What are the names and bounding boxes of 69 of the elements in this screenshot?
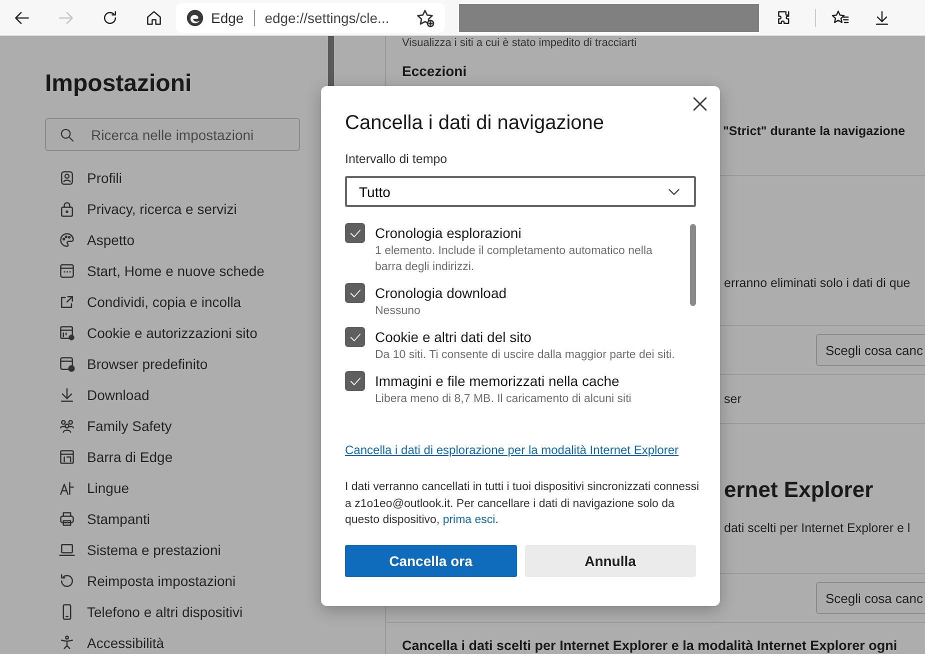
scrollbar-thumb[interactable] [690, 224, 696, 306]
option-label: Cookie e altri dati del sito [375, 328, 532, 347]
sidebar-item[interactable]: Profili [45, 162, 128, 193]
checkbox[interactable] [345, 283, 365, 303]
choose-button[interactable]: Scegli cosa canc [816, 582, 925, 614]
sign-out-link[interactable]: prima esci [442, 514, 496, 526]
sidebar-item[interactable]: Download [45, 379, 156, 410]
add-favorite-icon[interactable] [415, 8, 435, 28]
browser-check-icon [58, 354, 76, 372]
sidebar-item[interactable]: Lingue [45, 472, 136, 503]
sidebar-item[interactable]: Sistema e prestazioni [45, 534, 227, 565]
setting-label: "Strict" durante la navigazione [723, 124, 906, 138]
dialog-title: Cancella i dati di navigazione [345, 111, 606, 136]
description-text: erranno eliminati solo i dati di que [724, 276, 910, 290]
option-label: Immagini e file memorizzati nella cache [375, 372, 620, 391]
address-bar[interactable]: Edge edge://settings/cle... [176, 2, 445, 32]
palette-icon [58, 230, 76, 248]
sidebar-item[interactable]: Privacy, ricerca e servizi [45, 193, 243, 224]
sidebar-item[interactable]: Browser predefinito [45, 348, 214, 379]
checkbox[interactable] [345, 371, 365, 391]
page-title: Impostazioni [45, 69, 193, 99]
sidebar-item[interactable]: Telefono e altri dispositivi [45, 596, 249, 627]
search-icon [59, 127, 75, 143]
sidebar-item[interactable]: Aspetto [45, 224, 140, 255]
window-icon [58, 262, 76, 280]
sidebar-icon [58, 448, 76, 466]
setting-label: Cancella i dati scelti per Internet Explorer e la modalità Internet Explorer ogni [402, 638, 898, 652]
description-text: Visualizza i siti a cui è stato impedito di tracciarti [402, 37, 637, 49]
option-description: 1 elemento. Include il completamento automatico nella barra degli indirizzi. [375, 244, 654, 275]
option-label: Cronologia download [375, 284, 507, 303]
description-text: ser [724, 392, 742, 406]
lock-icon [58, 200, 76, 218]
printer-icon [58, 510, 76, 528]
ie-mode-link[interactable]: Cancella i dati di esplorazione per la modalità Internet Explorer [345, 443, 679, 457]
sidebar-item[interactable]: Barra di Edge [45, 441, 179, 472]
field-label: Intervallo di tempo [345, 152, 448, 166]
cookie-settings-icon [58, 324, 76, 342]
home-icon [145, 8, 163, 26]
search-field[interactable]: Ricerca nelle impostazioni [45, 118, 300, 151]
sidebar-item[interactable]: Accessibilità [45, 627, 170, 654]
sidebar-item[interactable]: Start, Home e nuove schede [45, 255, 270, 286]
sidebar-item[interactable]: Reimposta impostazioni [45, 565, 242, 596]
option-description: Libera meno di 8,7 MB. Il caricamento di alcuni siti [375, 392, 632, 407]
url-text: edge://settings/cle... [264, 10, 390, 26]
checkbox[interactable] [345, 327, 365, 347]
download-icon [58, 386, 76, 404]
setting-label: Eccezioni [402, 63, 467, 79]
reset-icon [58, 572, 76, 590]
clear-now-button[interactable]: Cancella ora [345, 544, 516, 576]
sidebar-item[interactable]: Condividi, copia e incolla [45, 286, 248, 317]
sidebar-item[interactable]: Stampanti [45, 503, 156, 534]
section-heading: ernet Explorer [724, 477, 874, 503]
sidebar-item[interactable]: Family Safety [45, 410, 178, 441]
refresh-icon [101, 8, 119, 26]
site-label: Edge [211, 10, 244, 26]
sync-notice: I dati verranno cancellati in tutti i tuoi dispositivi sincronizzati connessi a z1o1eo@outlook.it. Per cancellare i dati di navigazione solo da questo dispositivo, prima esci. [345, 480, 700, 528]
cancel-button[interactable]: Annulla [524, 544, 696, 576]
checkbox[interactable] [345, 223, 365, 243]
accessibility-icon [58, 634, 76, 652]
option-label: Cronologia esplorazioni [375, 224, 522, 243]
option-description: Da 10 siti. Ti consente di uscire dalla maggior parte dei siti. [375, 348, 675, 363]
sidebar-item[interactable]: Cookie e autorizzazioni sito [45, 317, 264, 348]
description-text: dati scelti per Internet Explorer e l [724, 520, 910, 534]
choose-button[interactable]: Scegli cosa canc [816, 334, 925, 366]
edge-logo-icon [186, 8, 204, 26]
time-range-dropdown[interactable]: Tutto [345, 176, 696, 207]
downloads-icon [873, 8, 891, 26]
profile-icon [58, 168, 76, 186]
option-description: Nessuno [375, 304, 422, 319]
